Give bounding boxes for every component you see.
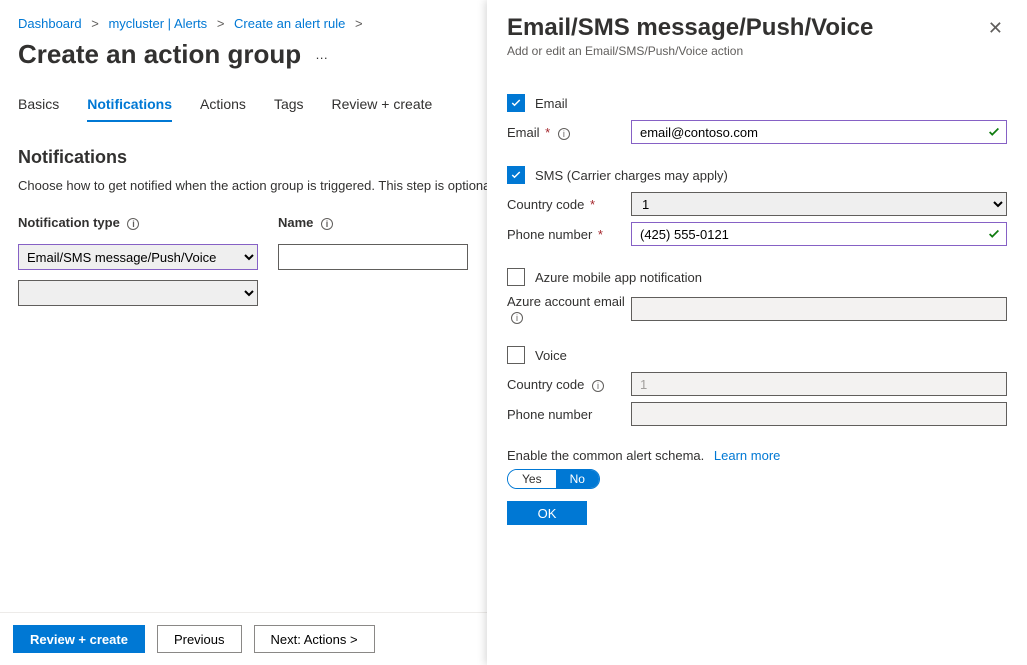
info-icon[interactable]: i (511, 312, 523, 324)
toggle-yes[interactable]: Yes (508, 470, 556, 488)
previous-button[interactable]: Previous (157, 625, 242, 653)
page-title: Create an action group (18, 39, 301, 70)
email-label: Email (507, 125, 540, 140)
sms-country-label: Country code (507, 197, 584, 212)
push-email-label: Azure account email (507, 294, 625, 309)
side-panel: Email/SMS message/Push/Voice Add or edit… (487, 0, 1027, 665)
tab-tags[interactable]: Tags (274, 90, 304, 122)
valid-icon (987, 227, 1001, 241)
notification-type-select-empty[interactable] (18, 280, 258, 306)
sms-checkbox[interactable] (507, 166, 525, 184)
breadcrumb-cluster[interactable]: mycluster | Alerts (108, 16, 207, 31)
email-input[interactable] (631, 120, 1007, 144)
info-icon[interactable]: i (592, 380, 604, 392)
panel-subtitle: Add or edit an Email/SMS/Push/Voice acti… (507, 44, 873, 58)
breadcrumb-create-rule[interactable]: Create an alert rule (234, 16, 345, 31)
info-icon[interactable]: i (127, 218, 139, 230)
learn-more-link[interactable]: Learn more (714, 448, 780, 463)
push-email-input (631, 297, 1007, 321)
info-icon[interactable]: i (558, 128, 570, 140)
page-more-icon[interactable]: … (315, 47, 329, 62)
voice-checkbox[interactable] (507, 346, 525, 364)
push-checkbox-label: Azure mobile app notification (535, 270, 702, 285)
tab-notifications[interactable]: Notifications (87, 90, 172, 122)
tab-review[interactable]: Review + create (332, 90, 433, 122)
panel-title: Email/SMS message/Push/Voice (507, 14, 873, 42)
tab-basics[interactable]: Basics (18, 90, 59, 122)
tab-actions[interactable]: Actions (200, 90, 246, 122)
voice-country-label: Country code (507, 377, 584, 392)
breadcrumb-dashboard[interactable]: Dashboard (18, 16, 82, 31)
voice-phone-input (631, 402, 1007, 426)
sms-country-code-select[interactable]: 1 (631, 192, 1007, 216)
toggle-no[interactable]: No (556, 470, 599, 488)
voice-phone-label: Phone number (507, 407, 592, 422)
sms-phone-label: Phone number (507, 227, 592, 242)
valid-icon (987, 125, 1001, 139)
sms-checkbox-label: SMS (Carrier charges may apply) (535, 168, 728, 183)
notification-name-input[interactable] (278, 244, 468, 270)
close-icon[interactable]: ✕ (984, 14, 1007, 43)
ok-button[interactable]: OK (507, 501, 587, 525)
push-checkbox[interactable] (507, 268, 525, 286)
col-name: Name (278, 215, 313, 230)
voice-checkbox-label: Voice (535, 348, 567, 363)
col-notification-type: Notification type (18, 215, 120, 230)
email-checkbox-label: Email (535, 96, 568, 111)
schema-toggle[interactable]: Yes No (507, 469, 600, 489)
next-actions-button[interactable]: Next: Actions > (254, 625, 375, 653)
notification-type-select[interactable]: Email/SMS message/Push/Voice (18, 244, 258, 270)
schema-label: Enable the common alert schema. (507, 448, 704, 463)
email-checkbox[interactable] (507, 94, 525, 112)
review-create-button[interactable]: Review + create (13, 625, 145, 653)
info-icon[interactable]: i (321, 218, 333, 230)
voice-country-input (631, 372, 1007, 396)
sms-phone-input[interactable] (631, 222, 1007, 246)
